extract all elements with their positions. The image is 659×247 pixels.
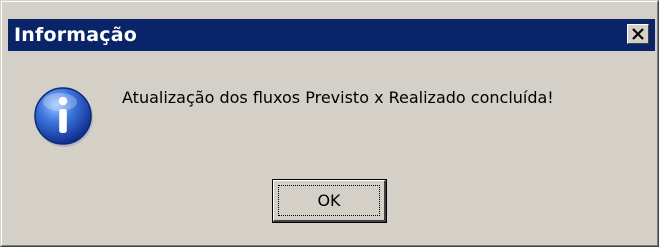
dialog-message: Atualização dos fluxos Previsto x Realiz… <box>122 88 554 107</box>
dialog-title: Informação <box>14 24 138 46</box>
ok-button-label: OK <box>317 191 341 210</box>
close-icon <box>632 28 644 40</box>
title-bar[interactable]: Informação <box>8 19 655 51</box>
info-icon <box>34 87 93 147</box>
ok-button[interactable]: OK <box>272 179 387 223</box>
close-button[interactable] <box>627 24 649 44</box>
message-dialog: Informação Atualização dos fluxos Previs… <box>0 0 659 247</box>
